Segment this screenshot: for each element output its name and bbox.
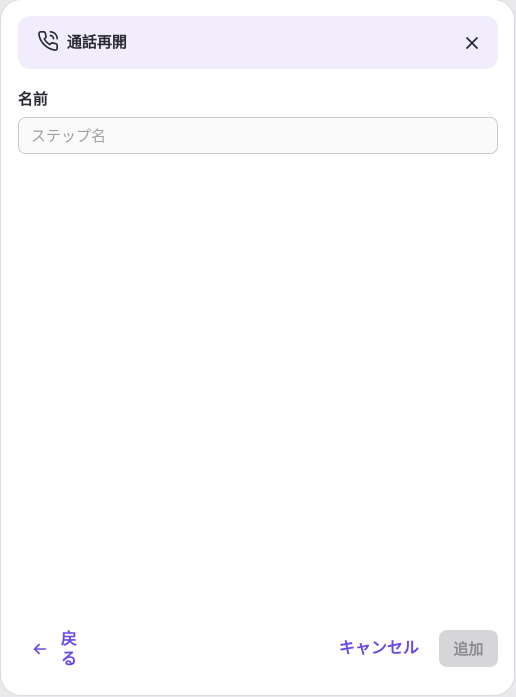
add-button[interactable]: 追加 [439, 630, 498, 667]
add-step-dialog: 通話再開 名前 戻る キャンセル 追加 [1, 0, 514, 695]
step-name-input[interactable] [18, 117, 498, 154]
phone-call-icon [38, 31, 58, 51]
dialog-title: 通話再開 [67, 33, 128, 51]
name-field-label: 名前 [18, 90, 49, 108]
cancel-button[interactable]: キャンセル [339, 637, 419, 659]
back-button[interactable]: 戻る [31, 628, 79, 670]
arrow-left-icon [33, 643, 47, 655]
back-button-label: 戻る [61, 629, 78, 668]
close-icon[interactable] [462, 33, 482, 53]
dialog-header: 通話再開 [18, 16, 498, 69]
